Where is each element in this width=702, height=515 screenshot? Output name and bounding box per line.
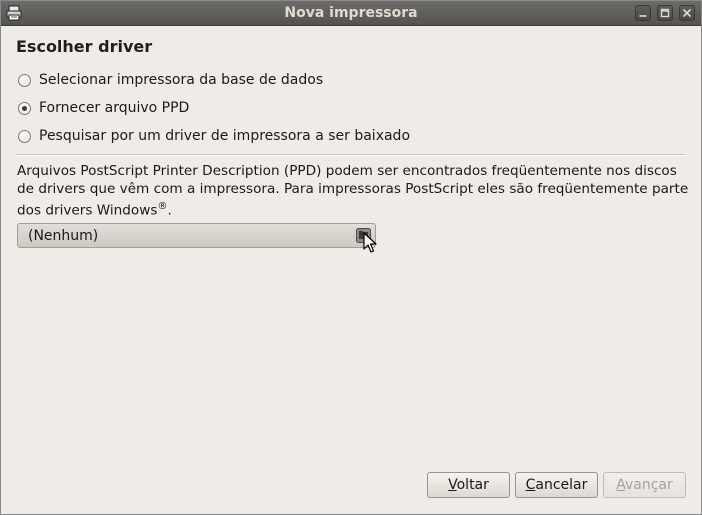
- maximize-icon: [660, 8, 670, 18]
- forward-button[interactable]: Avançar: [603, 472, 686, 498]
- option-ppd-file[interactable]: Fornecer arquivo PPD: [18, 98, 189, 118]
- ppd-file-chooser[interactable]: (Nenhum): [17, 223, 376, 248]
- window-title: Nova impressora: [284, 5, 418, 21]
- ppd-file-chooser-value: (Nenhum): [28, 228, 99, 244]
- cancel-button-mnemonic: C: [525, 477, 536, 493]
- maximize-button[interactable]: [657, 5, 673, 21]
- option-download-driver[interactable]: Pesquisar por um driver de impressora a …: [18, 126, 410, 146]
- page-title: Escolher driver: [16, 37, 153, 56]
- back-button-label: oltar: [456, 477, 489, 493]
- cancel-button[interactable]: Cancelar: [515, 472, 598, 498]
- radio-ppd-file[interactable]: [18, 101, 31, 115]
- radio-database[interactable]: [18, 73, 31, 87]
- ppd-description-end: .: [167, 202, 172, 219]
- cancel-button-label: ancelar: [535, 477, 588, 493]
- ppd-description: Arquivos PostScript Printer Description …: [17, 162, 689, 220]
- option-ppd-file-label: Fornecer arquivo PPD: [39, 100, 190, 116]
- separator: [16, 154, 686, 156]
- close-button[interactable]: [679, 5, 695, 21]
- registered-mark: ®: [157, 201, 168, 212]
- minimize-icon: [639, 15, 647, 17]
- option-download-driver-label: Pesquisar por um driver de impressora a …: [39, 128, 411, 144]
- option-database[interactable]: Selecionar impressora da base de dados: [18, 70, 323, 90]
- mouse-cursor-icon: [363, 232, 377, 253]
- dialog-content: Escolher driver Selecionar impressora da…: [1, 26, 701, 514]
- forward-button-label: vançar: [624, 477, 673, 493]
- ppd-description-text: Arquivos PostScript Printer Description …: [17, 163, 689, 219]
- back-button-mnemonic: V: [448, 477, 457, 493]
- radio-download-driver[interactable]: [18, 129, 31, 143]
- back-button[interactable]: Voltar: [427, 472, 510, 498]
- dialog-window: Nova impressora Escolher driver Selecion…: [0, 0, 702, 515]
- close-icon: [682, 8, 692, 18]
- minimize-button[interactable]: [635, 5, 651, 21]
- forward-button-mnemonic: A: [616, 477, 625, 493]
- option-database-label: Selecionar impressora da base de dados: [39, 72, 324, 88]
- title-bar[interactable]: Nova impressora: [1, 1, 701, 26]
